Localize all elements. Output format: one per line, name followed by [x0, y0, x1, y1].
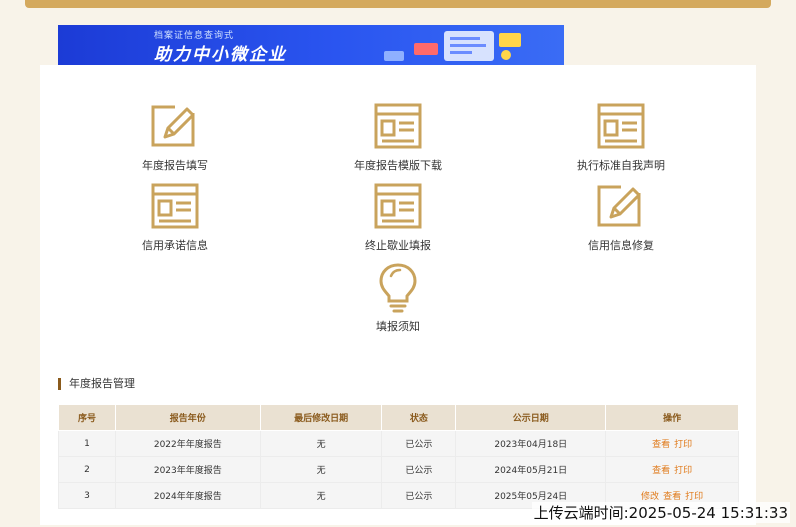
tile-standard-declaration[interactable]: 执行标准自我声明 [546, 103, 696, 173]
document-form-icon [597, 103, 645, 149]
pencil-edit-icon [151, 103, 199, 147]
cell-status: 已公示 [381, 456, 457, 483]
tile-annual-report-fill[interactable]: 年度报告填写 [100, 103, 250, 173]
document-form-icon [374, 183, 422, 229]
print-link[interactable]: 打印 [674, 440, 692, 450]
tile-label: 执行标准自我声明 [577, 159, 665, 172]
annual-report-table: 序号 报告年份 最后修改日期 状态 公示日期 操作 1 2022年年度报告 无 … [58, 404, 739, 509]
table-row: 1 2022年年度报告 无 已公示 2023年04月18日 查看 打印 [58, 430, 739, 457]
tile-label: 信用信息修复 [588, 239, 654, 252]
cell-modified: 无 [259, 456, 383, 483]
edit-link[interactable]: 修改 [641, 492, 659, 502]
view-link[interactable]: 查看 [663, 492, 681, 502]
cell-status: 已公示 [381, 482, 457, 509]
col-header-modified: 最后修改日期 [259, 404, 383, 431]
view-link[interactable]: 查看 [652, 440, 670, 450]
cell-modified: 无 [259, 430, 383, 457]
document-form-icon [374, 103, 422, 149]
tile-credit-commitment[interactable]: 信用承诺信息 [100, 183, 250, 253]
cell-modified: 无 [259, 482, 383, 509]
banner-illustration-icon [384, 31, 521, 61]
tile-terminate-business[interactable]: 终止歇业填报 [323, 183, 473, 253]
document-form-icon [151, 183, 199, 229]
cell-date: 2024年05月21日 [455, 456, 607, 483]
upload-timestamp-watermark: 上传云端时间:2025-05-24 15:31:33 [531, 502, 790, 523]
table-header-row: 序号 报告年份 最后修改日期 状态 公示日期 操作 [58, 404, 739, 431]
banner-title: 助力中小微企业 [154, 45, 287, 65]
tile-filing-notice[interactable]: 填报须知 [323, 262, 473, 334]
cell-year: 2022年年度报告 [114, 430, 261, 457]
col-header-no: 序号 [58, 404, 116, 431]
cell-status: 已公示 [381, 430, 457, 457]
cell-no: 1 [58, 430, 116, 457]
main-panel: 年度报告填写 年度报告模版下载 执行标准自我声明 信用承诺信息 终止歇业填报 信… [40, 65, 756, 525]
cell-ops: 查看 打印 [605, 456, 739, 483]
print-link[interactable]: 打印 [685, 492, 703, 502]
lightbulb-icon [379, 263, 417, 313]
cell-year: 2023年年度报告 [114, 456, 261, 483]
col-header-date: 公示日期 [455, 404, 607, 431]
tile-credit-repair[interactable]: 信用信息修复 [546, 183, 696, 253]
col-header-status: 状态 [381, 404, 457, 431]
tile-label: 年度报告填写 [142, 159, 208, 172]
view-link[interactable]: 查看 [652, 466, 670, 476]
tile-label: 终止歇业填报 [365, 239, 431, 252]
tile-template-download[interactable]: 年度报告模版下载 [323, 103, 473, 173]
col-header-ops: 操作 [605, 404, 739, 431]
section-title: 年度报告管理 [58, 378, 135, 390]
top-nav-bar [25, 0, 771, 8]
cell-no: 3 [58, 482, 116, 509]
cell-year: 2024年年度报告 [114, 482, 261, 509]
col-header-year: 报告年份 [114, 404, 261, 431]
pencil-edit-icon [597, 183, 645, 227]
table-row: 2 2023年年度报告 无 已公示 2024年05月21日 查看 打印 [58, 456, 739, 483]
tile-label: 年度报告模版下载 [354, 159, 442, 172]
cell-ops: 查看 打印 [605, 430, 739, 457]
promo-banner[interactable]: 档案证信息查询式 助力中小微企业 [58, 25, 564, 65]
cell-date: 2023年04月18日 [455, 430, 607, 457]
cell-no: 2 [58, 456, 116, 483]
tile-label: 填报须知 [376, 320, 420, 333]
print-link[interactable]: 打印 [674, 466, 692, 476]
tile-label: 信用承诺信息 [142, 239, 208, 252]
